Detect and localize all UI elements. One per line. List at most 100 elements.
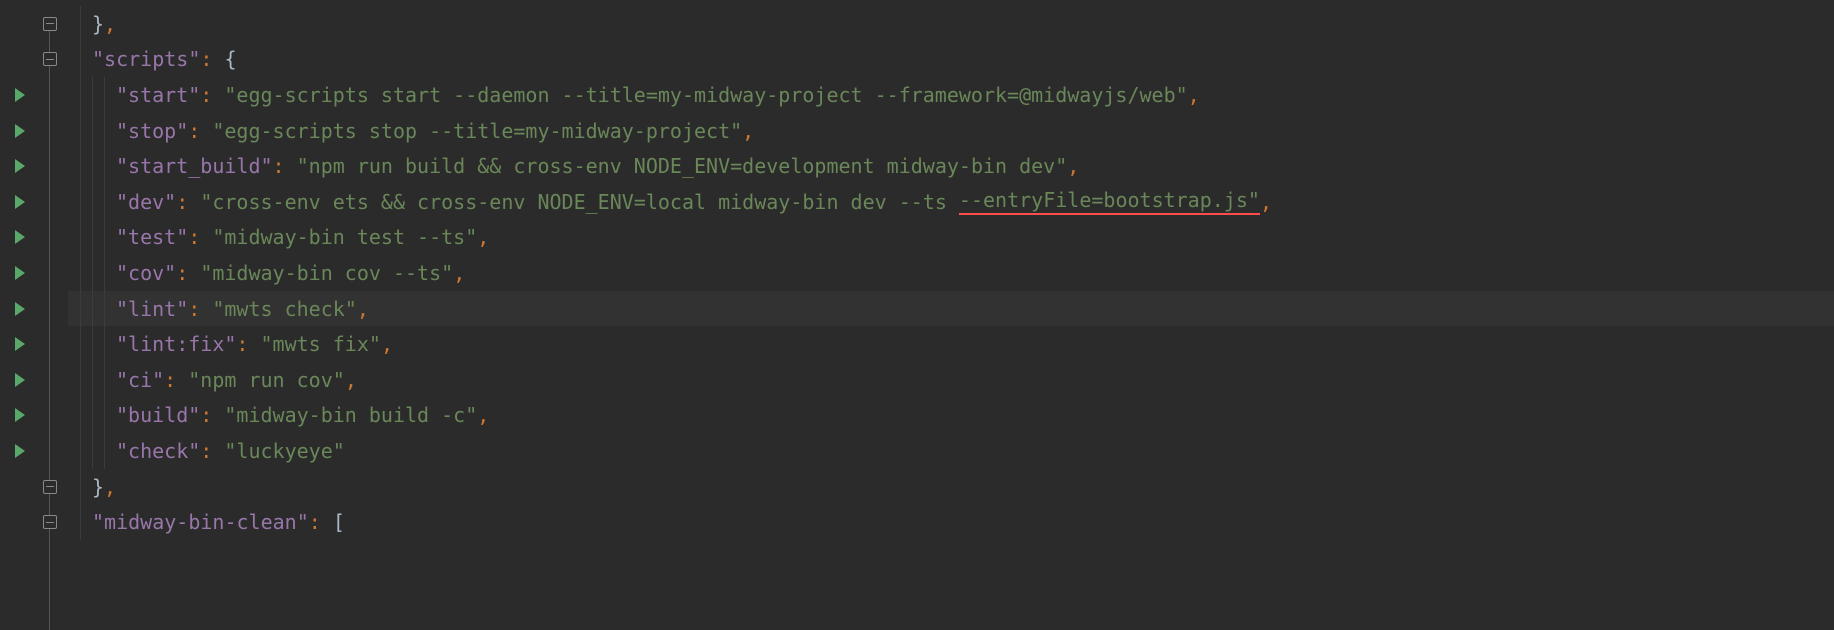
comma: , [381,332,393,356]
fold-gutter [36,0,64,630]
code-line[interactable]: "scripts": { [68,42,1834,78]
code-line[interactable]: "check": "luckyeye" [68,433,1834,469]
code-editor: }, "scripts": { "start": "egg-scripts st… [0,0,1834,630]
run-icon[interactable] [15,302,25,316]
json-val-lint: "mwts check" [212,297,357,321]
brace-close: } [92,475,104,499]
run-icon[interactable] [15,124,25,138]
fold-row [36,398,64,434]
json-key-build: "build" [116,403,200,427]
json-val-dev-underlined: --entryFile=bootstrap.js" [959,188,1260,215]
code-line[interactable]: "start_build": "npm run build && cross-e… [68,148,1834,184]
colon: : [200,47,224,71]
code-area[interactable]: }, "scripts": { "start": "egg-scripts st… [64,0,1834,630]
run-icon[interactable] [15,444,25,458]
json-val-build: "midway-bin build -c" [224,403,477,427]
code-line[interactable]: "cov": "midway-bin cov --ts", [68,255,1834,291]
gutter-row[interactable] [0,220,36,256]
fold-row[interactable] [36,469,64,505]
json-key-start: "start" [116,83,200,107]
colon: : [273,154,297,178]
json-key-lintfix: "lint:fix" [116,332,236,356]
json-val-start: "egg-scripts start --daemon --title=my-m… [224,83,1187,107]
comma: , [477,403,489,427]
run-icon[interactable] [15,408,25,422]
json-val-check: "luckyeye" [224,439,344,463]
fold-row [36,184,64,220]
brace-close: } [92,12,104,36]
fold-open-icon[interactable] [43,515,57,529]
code-line[interactable]: "ci": "npm run cov", [68,362,1834,398]
gutter-row[interactable] [0,291,36,327]
fold-row [36,77,64,113]
fold-row [36,220,64,256]
run-gutter [0,0,36,630]
json-val-dev-pre: "cross-env ets && cross-env NODE_ENV=loc… [200,190,959,214]
json-key-cov: "cov" [116,261,176,285]
colon: : [200,83,224,107]
brace-open: { [224,47,236,71]
colon: : [188,119,212,143]
json-key-ci: "ci" [116,368,164,392]
gutter-row[interactable] [0,362,36,398]
gutter-row [0,42,36,78]
fold-row [36,362,64,398]
code-line[interactable]: "build": "midway-bin build -c", [68,398,1834,434]
json-key-start-build: "start_build" [116,154,273,178]
comma: , [104,475,116,499]
colon: : [188,297,212,321]
comma: , [1260,190,1272,214]
comma: , [453,261,465,285]
gutter-row[interactable] [0,433,36,469]
run-icon[interactable] [15,88,25,102]
colon: : [200,439,224,463]
json-val-ci: "npm run cov" [188,368,345,392]
colon: : [200,403,224,427]
fold-row[interactable] [36,6,64,42]
fold-open-icon[interactable] [43,52,57,66]
gutter-row[interactable] [0,184,36,220]
code-line[interactable]: "midway-bin-clean": [ [68,504,1834,540]
code-line[interactable]: }, [68,6,1834,42]
comma: , [742,119,754,143]
fold-close-icon[interactable] [43,17,57,31]
colon: : [236,332,260,356]
run-icon[interactable] [15,373,25,387]
bracket-open: [ [333,510,345,534]
code-line[interactable]: "test": "midway-bin test --ts", [68,220,1834,256]
gutter-row [0,540,36,576]
code-line[interactable]: }, [68,469,1834,505]
json-key-test: "test" [116,225,188,249]
code-line-current[interactable]: "lint": "mwts check", [68,291,1834,327]
gutter-row [0,504,36,540]
fold-row[interactable] [36,504,64,540]
code-line[interactable]: "dev": "cross-env ets && cross-env NODE_… [68,184,1834,220]
fold-row [36,255,64,291]
fold-row [36,148,64,184]
gutter-row[interactable] [0,326,36,362]
colon: : [309,510,333,534]
json-key-scripts: "scripts" [92,47,200,71]
code-line[interactable]: "start": "egg-scripts start --daemon --t… [68,77,1834,113]
comma: , [1188,83,1200,107]
comma: , [1067,154,1079,178]
json-val-test: "midway-bin test --ts" [212,225,477,249]
fold-close-icon[interactable] [43,480,57,494]
gutter-row[interactable] [0,113,36,149]
fold-row [36,113,64,149]
json-key-check: "check" [116,439,200,463]
run-icon[interactable] [15,230,25,244]
run-icon[interactable] [15,195,25,209]
gutter-row[interactable] [0,148,36,184]
code-line[interactable]: "stop": "egg-scripts stop --title=my-mid… [68,113,1834,149]
code-line[interactable]: "lint:fix": "mwts fix", [68,326,1834,362]
fold-row[interactable] [36,42,64,78]
gutter-row[interactable] [0,255,36,291]
run-icon[interactable] [15,266,25,280]
comma: , [345,368,357,392]
colon: : [176,190,200,214]
run-icon[interactable] [15,159,25,173]
gutter-row[interactable] [0,398,36,434]
run-icon[interactable] [15,337,25,351]
gutter-row[interactable] [0,77,36,113]
